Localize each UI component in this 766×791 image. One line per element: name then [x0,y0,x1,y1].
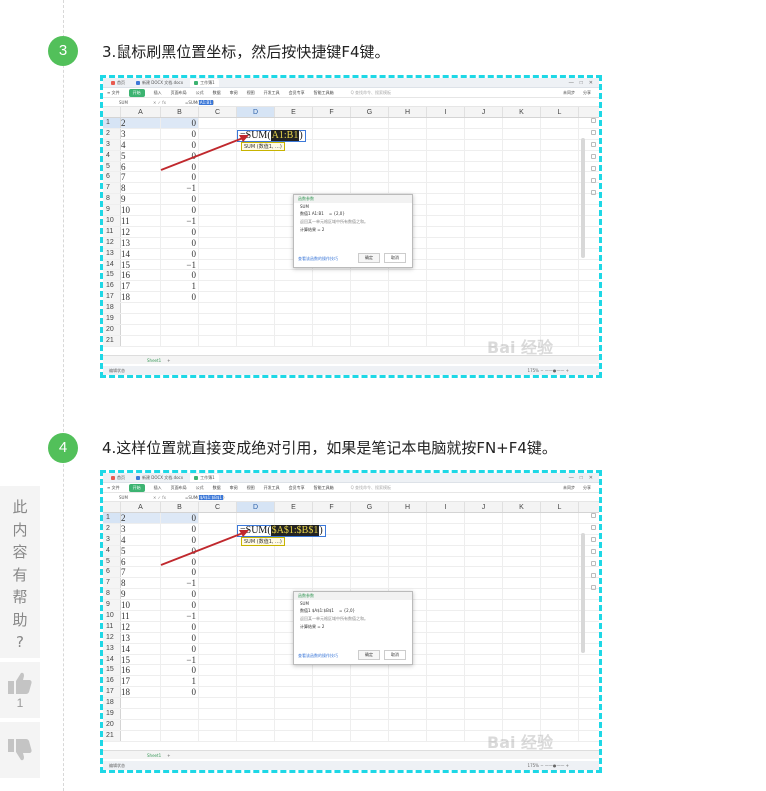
status-bar: 编辑状态 175% − ——●—— + [103,761,599,770]
add-sheet-icon[interactable]: + [167,358,170,363]
dialog-function-name: SUM [300,601,309,606]
dialog-result: 计算结果 = 2 [300,227,325,232]
ok-button[interactable]: 确定 [358,650,380,660]
question-char: ? [16,633,24,651]
vertical-scrollbar[interactable] [581,533,585,653]
dialog-description: 返回某一单元格区域中所有数值之和。 [300,616,368,621]
step-number-badge: 3 [48,36,78,66]
question-char: 容 [12,543,28,561]
question-char: 助 [12,610,28,629]
sheet-tab[interactable]: Sheet1 [147,753,161,758]
sheet-tabs: Sheet1 + [103,355,599,364]
sheet-tabs: Sheet1 + [103,750,599,759]
cancel-button[interactable]: 取消 [384,253,406,263]
dialog-help-link[interactable]: 查看该函数的操作技巧 [298,653,338,659]
step-text: 3.鼠标刷黑位置坐标，然后按快捷键F4键。 [102,43,390,61]
question-char: 帮 [12,588,28,606]
function-arguments-dialog[interactable]: 函数参数 SUM 数值1 A1:B1 = {2,0} 返回某一单元格区域中所有数值之和… [293,194,413,268]
sheet-tab[interactable]: Sheet1 [147,358,161,363]
dialog-argument[interactable]: 数值1 $A$1:$B$1 = {2,0} [294,607,412,615]
dialog-function-name: SUM [300,204,309,209]
cancel-button[interactable]: 取消 [384,650,406,660]
vertical-scrollbar[interactable] [581,138,585,258]
question-char: 内 [12,520,28,539]
dialog-result: 计算结果 = 2 [300,624,325,629]
add-sheet-icon[interactable]: + [167,753,170,758]
like-button[interactable]: 1 [0,662,40,718]
feedback-widget: 此 内 容 有 帮 助 ? 1 [0,486,40,778]
dialog-argument[interactable]: 数值1 A1:B1 = {2,0} [294,210,412,218]
question-char: 此 [12,498,28,516]
step-text: 4.这样位置就直接变成绝对引用，如果是笔记本电脑就按FN+F4键。 [102,439,557,457]
step-screenshot[interactable]: 首页 新建 DOCX 文档.docx 工作簿1— □ ✕ ≡ 文件 开始 插入 页面布局 公式 数据… [100,75,602,378]
function-arguments-dialog[interactable]: 函数参数 SUM 数值1 $A$1:$B$1 = {2,0} 返回某一单元格区域中所有… [293,591,413,665]
ok-button[interactable]: 确定 [358,253,380,263]
dialog-title: 函数参数 [294,592,412,600]
side-toolbar[interactable] [589,118,597,195]
zoom-control[interactable]: 175% − ——●—— + [528,763,599,768]
like-count: 1 [16,695,24,710]
step-screenshot[interactable]: 首页 新建 DOCX 文档.docx 工作簿1— □ ✕ ≡ 文件 开始 插入 页面布局 公式 数据… [100,470,602,773]
timeline-line [63,0,64,791]
side-toolbar[interactable] [589,513,597,590]
dialog-help-link[interactable]: 查看该函数的操作技巧 [298,256,338,262]
thumbs-down-icon [8,739,32,761]
thumbs-up-icon [8,672,32,694]
dislike-button[interactable] [0,722,40,778]
status-bar: 编辑状态 175% − ——●—— + [103,366,599,375]
dialog-description: 返回某一单元格区域中所有数值之和。 [300,219,368,224]
dialog-title: 函数参数 [294,195,412,203]
question-char: 有 [12,565,28,584]
zoom-control[interactable]: 175% − ——●—— + [528,368,599,373]
step-number-badge: 4 [48,433,78,463]
helpful-question: 此 内 容 有 帮 助 ? [0,486,40,658]
